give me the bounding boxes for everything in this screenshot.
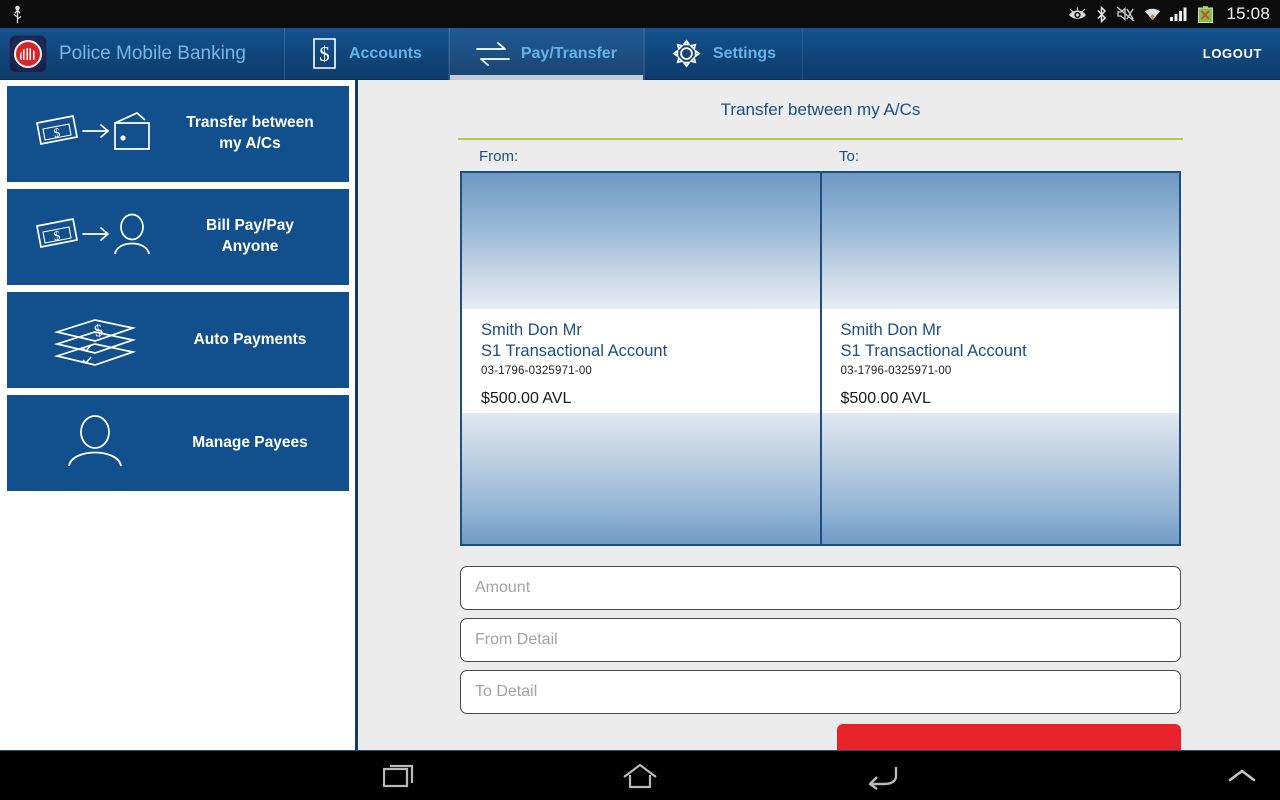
android-status-bar: 15:08	[0, 0, 1280, 28]
tab-accounts-label: Accounts	[348, 44, 422, 62]
sidebar-item-bill-pay-label: Bill Pay/Pay Anyone	[206, 217, 294, 255]
from-account-type: S1 Transactional Account	[481, 342, 668, 361]
from-account-balance: $500.00 AVL	[481, 389, 572, 407]
gear-icon	[672, 39, 701, 68]
from-detail-placeholder: From Detail	[475, 631, 558, 648]
recents-icon	[383, 764, 414, 788]
home-button[interactable]	[600, 751, 680, 800]
title-divider	[458, 138, 1183, 140]
header-tabs: $ Accounts Pay/Transfer Settings	[283, 27, 804, 80]
sidebar-item-manage-payees[interactable]: Manage Payees	[7, 395, 349, 491]
from-to-labels: From: To:	[460, 148, 1181, 165]
svg-text:$: $	[52, 227, 61, 243]
transfer-form: Amount From Detail To Detail	[460, 566, 1181, 714]
svg-text:$: $	[52, 124, 61, 140]
svg-text:$: $	[319, 42, 330, 66]
stacked-cheques-icon: $	[25, 308, 165, 372]
amount-placeholder: Amount	[475, 579, 531, 596]
dollar-document-icon: $	[313, 38, 336, 69]
status-bar-clock: 15:08	[1226, 4, 1270, 23]
person-icon	[25, 412, 165, 474]
from-account-name: Smith Don Mr	[481, 321, 582, 339]
to-detail-placeholder: To Detail	[475, 683, 538, 700]
police-credit-union-logo	[9, 34, 47, 73]
account-selectors: Smith Don Mr S1 Transactional Account 03…	[460, 171, 1181, 546]
to-account-balance: $500.00 AVL	[840, 389, 931, 407]
to-label: To:	[839, 148, 860, 165]
app-header-bar: Police Mobile Banking $ Accounts Pay/Tra…	[0, 27, 1280, 80]
status-bar-right: 15:08	[1068, 4, 1280, 24]
to-account-picker[interactable]: Smith Don Mr S1 Transactional Account 03…	[819, 173, 1179, 544]
sidebar-item-manage-payees-label: Manage Payees	[192, 433, 308, 451]
main-content: Transfer between my A/Cs From: To: Smith…	[361, 80, 1280, 750]
back-button[interactable]	[842, 751, 922, 800]
tab-settings-label: Settings	[712, 44, 777, 62]
to-account-number: 03-1796-0325971-00	[840, 364, 952, 377]
transfer-arrows-icon	[475, 41, 510, 66]
amount-input[interactable]: Amount	[460, 566, 1181, 610]
recents-button[interactable]	[360, 751, 440, 800]
wifi-icon	[1145, 8, 1161, 20]
sidebar-menu: $ Transfer between my A/Cs $ Bill Pay/Pa…	[0, 80, 358, 750]
signal-icon	[1170, 7, 1187, 21]
app-title: Police Mobile Banking	[59, 42, 246, 64]
from-picker-bottom-fade[interactable]	[462, 413, 820, 544]
tab-accounts[interactable]: $ Accounts	[283, 27, 449, 80]
from-label: From:	[479, 148, 519, 165]
submit-transfer-button[interactable]	[837, 724, 1181, 750]
tab-settings[interactable]: Settings	[643, 27, 804, 80]
usb-icon	[13, 5, 22, 23]
to-picker-bottom-fade[interactable]	[821, 413, 1179, 544]
from-account-picker[interactable]: Smith Don Mr S1 Transactional Account 03…	[462, 173, 820, 544]
from-picker-top-fade[interactable]	[462, 173, 820, 309]
from-selected-account[interactable]: Smith Don Mr S1 Transactional Account 03…	[462, 309, 820, 413]
from-detail-input[interactable]: From Detail	[460, 618, 1181, 662]
to-picker-top-fade[interactable]	[821, 173, 1179, 309]
from-account-number: 03-1796-0325971-00	[481, 364, 593, 377]
svg-text:$: $	[92, 320, 104, 340]
sidebar-item-auto-payments[interactable]: $ Auto Payments	[7, 292, 349, 388]
bluetooth-icon	[1097, 5, 1107, 23]
sidebar-item-transfer-between-accounts[interactable]: $ Transfer between my A/Cs	[7, 86, 349, 182]
to-detail-input[interactable]: To Detail	[460, 670, 1181, 714]
tab-pay-transfer[interactable]: Pay/Transfer	[448, 27, 644, 80]
back-icon	[868, 767, 898, 790]
battery-icon	[1198, 5, 1214, 23]
sidebar-item-transfer-label: Transfer between my A/Cs	[186, 114, 314, 152]
sidebar-item-bill-pay[interactable]: $ Bill Pay/Pay Anyone	[7, 189, 349, 285]
chevron-up-icon	[1228, 769, 1256, 782]
status-bar-left	[0, 5, 25, 24]
logout-button[interactable]: LOGOUT	[1203, 46, 1262, 61]
android-navigation-bar	[0, 750, 1280, 800]
to-account-type: S1 Transactional Account	[840, 342, 1027, 361]
sidebar-item-auto-payments-label: Auto Payments	[193, 330, 307, 348]
tab-pay-transfer-label: Pay/Transfer	[520, 44, 617, 62]
home-icon	[623, 763, 657, 789]
mute-icon	[1117, 6, 1135, 22]
to-account-name: Smith Don Mr	[840, 321, 942, 339]
eye-icon	[1069, 7, 1087, 19]
expand-up-button[interactable]	[1212, 751, 1272, 800]
page-title: Transfer between my A/Cs	[720, 100, 921, 119]
to-selected-account[interactable]: Smith Don Mr S1 Transactional Account 03…	[821, 309, 1179, 413]
app-screen: 15:08 Police Mobile Banking $ Accounts P…	[0, 0, 1280, 800]
cash-to-wallet-icon: $	[25, 105, 165, 163]
cash-to-person-icon: $	[25, 208, 165, 266]
submit-row	[460, 724, 1181, 750]
